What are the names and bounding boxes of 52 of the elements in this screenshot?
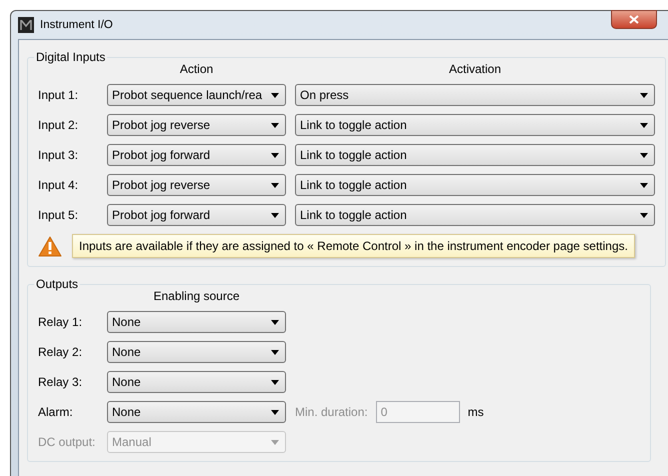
output-label: Relay 1: [38, 315, 84, 329]
action-dropdown[interactable]: Probot jog reverse [107, 114, 286, 136]
column-header: Action [178, 62, 214, 76]
unit-label: ms [468, 405, 484, 419]
caret-icon [271, 212, 279, 218]
source-dropdown[interactable]: None [107, 311, 286, 333]
warning-tooltip: Inputs are available if they are assigned to « Remote Control » in the instrument encoder page settings. [72, 234, 635, 258]
caret-icon [271, 380, 279, 384]
source-dropdown[interactable]: None [107, 371, 286, 393]
output-label: Relay 2: [38, 345, 84, 359]
caret-icon [271, 410, 279, 414]
column-header: Enabling source [152, 289, 241, 303]
activation-dropdown[interactable]: Link to toggle action [295, 204, 655, 226]
action-dropdown[interactable]: Probot jog reverse [107, 174, 286, 196]
duration-label: Min. duration: [295, 405, 368, 419]
caret-icon [640, 152, 648, 158]
activation-dropdown[interactable]: On press [295, 84, 655, 106]
source-dropdown[interactable]: None [107, 341, 286, 363]
input-label: Input 1: [38, 88, 80, 102]
caret-icon [640, 92, 648, 98]
input-label: Input 5: [38, 208, 80, 222]
action-dropdown[interactable]: Probot jog forward [107, 204, 286, 226]
activation-dropdown[interactable]: Link to toggle action [295, 114, 655, 136]
column-header: Activation [448, 62, 502, 76]
output-label: DC output: [38, 435, 96, 449]
caret-icon [271, 440, 279, 444]
warning-icon [38, 236, 62, 256]
caret-icon [271, 152, 279, 158]
caret-icon [271, 182, 279, 188]
input-label: Input 4: [38, 178, 80, 192]
caret-icon [640, 182, 648, 188]
close-button[interactable] [611, 10, 657, 29]
caret-icon [640, 212, 648, 218]
app-logo-icon [18, 17, 34, 33]
input-label: Input 3: [38, 148, 80, 162]
close-icon [629, 15, 639, 24]
output-label: Alarm: [38, 405, 74, 419]
caret-icon [271, 92, 279, 98]
caret-icon [271, 320, 279, 324]
action-dropdown[interactable]: Probot sequence launch/rea [107, 84, 286, 106]
caret-icon [271, 122, 279, 128]
caret-icon [640, 122, 648, 128]
action-dropdown[interactable]: Probot jog forward [107, 144, 286, 166]
source-dropdown[interactable]: None [107, 401, 286, 423]
activation-dropdown[interactable]: Link to toggle action [295, 174, 655, 196]
group-title: Digital Inputs [35, 50, 106, 64]
input-label: Input 2: [38, 118, 80, 132]
activation-dropdown[interactable]: Link to toggle action [295, 144, 655, 166]
window-title: Instrument I/O [40, 19, 113, 31]
caret-icon [271, 350, 279, 354]
group-title: Outputs [35, 277, 80, 291]
output-label: Relay 3: [38, 375, 84, 389]
